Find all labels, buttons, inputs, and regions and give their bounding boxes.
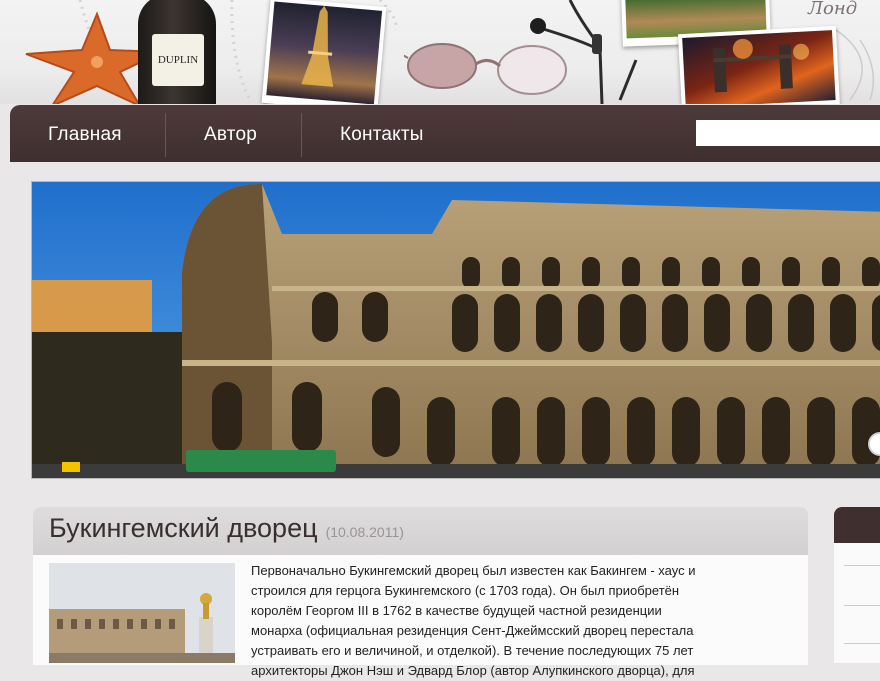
article-paragraph: Первоначально Букингемский дворец был из… [251,561,799,681]
nav-item-author[interactable]: Автор [204,105,257,162]
sidebar-header [834,507,880,543]
paragraph-line: архитекторы Джон Нэш и Эдвард Блор (авто… [251,663,695,678]
article-header: Букингемский дворец (10.08.2011) [33,507,808,555]
nav-item-home[interactable]: Главная [48,105,122,162]
colosseum-banner-image [31,181,880,479]
article-title[interactable]: Букингемский дворец (10.08.2011) [49,513,404,544]
main-navigation: Главная Автор Контакты [10,105,880,162]
sidebar-divider [844,605,880,606]
sidebar-panel [834,543,880,663]
paragraph-line: строился для герцога Букингемского (с 17… [251,583,680,598]
sidebar-divider [844,565,880,566]
paragraph-line: устраивать его и величиной, и отделкой).… [251,643,694,658]
eiffel-tower-photo [261,0,387,104]
nav-divider [165,113,166,157]
header-collage: DUPLIN Лонд [0,0,880,104]
nav-item-contacts[interactable]: Контакты [340,105,424,162]
tower-bridge-photo [677,25,841,104]
bottle-label: DUPLIN [152,34,204,86]
handwritten-script: Лонд [808,0,858,19]
wine-bottle-image: DUPLIN [138,0,216,104]
nav-divider [301,113,302,157]
paragraph-line: Первоначально Букингемский дворец был из… [251,563,696,578]
buckingham-palace-thumbnail[interactable] [49,563,235,663]
paragraph-line: королём Георгом III в 1762 в качестве бу… [251,603,662,618]
article-body: Первоначально Букингемский дворец был из… [33,555,808,678]
search-input[interactable] [696,120,880,146]
sidebar-divider [844,643,880,644]
article-title-text[interactable]: Букингемский дворец [49,513,318,543]
article-date: (10.08.2011) [325,524,404,540]
paragraph-line: монарха (официальная резиденция Сент-Дже… [251,623,694,638]
